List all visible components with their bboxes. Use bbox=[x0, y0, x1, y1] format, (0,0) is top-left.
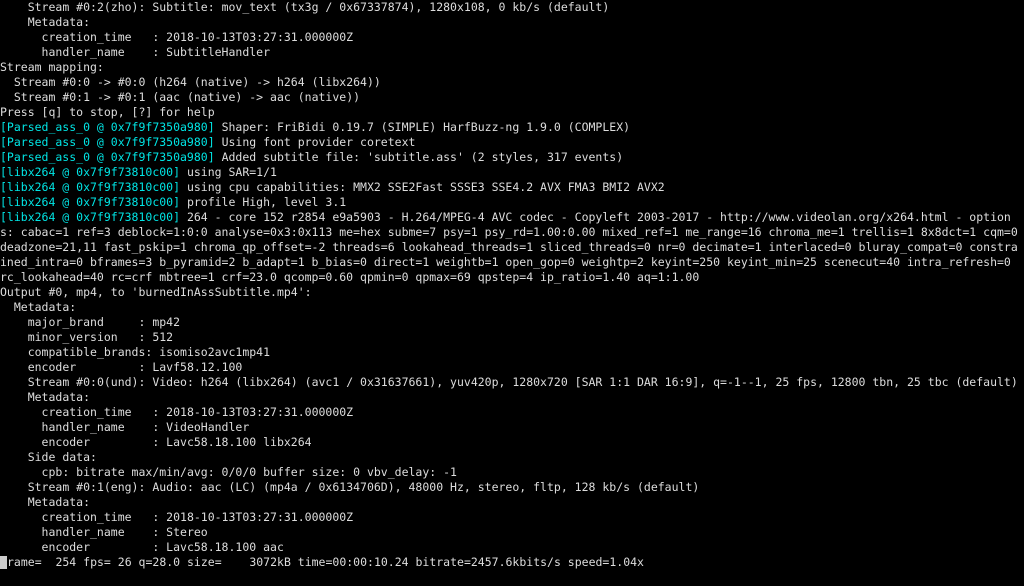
terminal-line: [Parsed_ass_0 @ 0x7f9f7350a980] Shaper: … bbox=[0, 120, 1024, 135]
terminal-line: [Parsed_ass_0 @ 0x7f9f7350a980] Added su… bbox=[0, 150, 1024, 165]
log-text: Stream #0:0(und): Video: h264 (libx264) … bbox=[28, 375, 1018, 389]
terminal-line: Stream #0:2(zho): Subtitle: mov_text (tx… bbox=[0, 0, 1024, 15]
cursor-icon bbox=[0, 556, 7, 569]
terminal-line: Stream #0:1(eng): Audio: aac (LC) (mp4a … bbox=[0, 480, 1024, 495]
log-text: Stream mapping: bbox=[0, 60, 104, 74]
log-text: encoder : Lavf58.12.100 bbox=[28, 360, 243, 374]
log-tag: [Parsed_ass_0 @ 0x7f9f7350a980] bbox=[0, 150, 222, 164]
log-text: Using font provider coretext bbox=[222, 135, 416, 149]
log-text: cpb: bitrate max/min/avg: 0/0/0 buffer s… bbox=[42, 465, 457, 479]
log-text: encoder : Lavc58.18.100 aac bbox=[42, 540, 284, 554]
terminal-line: handler_name : VideoHandler bbox=[0, 420, 1024, 435]
log-text: creation_time : 2018-10-13T03:27:31.0000… bbox=[42, 405, 354, 419]
log-text: using SAR=1/1 bbox=[187, 165, 277, 179]
terminal-line: encoder : Lavc58.18.100 aac bbox=[0, 540, 1024, 555]
log-text: using cpu capabilities: MMX2 SSE2Fast SS… bbox=[187, 180, 665, 194]
log-tag: [Parsed_ass_0 @ 0x7f9f7350a980] bbox=[0, 120, 222, 134]
terminal-line: handler_name : SubtitleHandler bbox=[0, 45, 1024, 60]
terminal-output[interactable]: Stream #0:2(zho): Subtitle: mov_text (tx… bbox=[0, 0, 1024, 570]
log-text: handler_name : SubtitleHandler bbox=[42, 45, 270, 59]
log-text: Metadata: bbox=[14, 300, 76, 314]
log-text: encoder : Lavc58.18.100 libx264 bbox=[42, 435, 312, 449]
log-text: handler_name : Stereo bbox=[42, 525, 208, 539]
terminal-line: encoder : Lavf58.12.100 bbox=[0, 360, 1024, 375]
log-tag: [libx264 @ 0x7f9f73810c00] bbox=[0, 210, 187, 224]
log-text: Stream #0:0 -> #0:0 (h264 (native) -> h2… bbox=[14, 75, 381, 89]
log-text: Metadata: bbox=[28, 495, 90, 509]
log-text: Metadata: bbox=[28, 390, 90, 404]
log-tag: [Parsed_ass_0 @ 0x7f9f7350a980] bbox=[0, 135, 222, 149]
log-tag: [libx264 @ 0x7f9f73810c00] bbox=[0, 195, 187, 209]
terminal-line: handler_name : Stereo bbox=[0, 525, 1024, 540]
log-text: Metadata: bbox=[28, 15, 90, 29]
terminal-line: [libx264 @ 0x7f9f73810c00] 264 - core 15… bbox=[0, 210, 1024, 285]
terminal-line: Metadata: bbox=[0, 15, 1024, 30]
terminal-status-line: rame= 254 fps= 26 q=28.0 size= 3072kB ti… bbox=[0, 555, 1024, 570]
terminal-line: Side data: bbox=[0, 450, 1024, 465]
terminal-line: [libx264 @ 0x7f9f73810c00] using SAR=1/1 bbox=[0, 165, 1024, 180]
terminal-line: Stream #0:1 -> #0:1 (aac (native) -> aac… bbox=[0, 90, 1024, 105]
log-text: Side data: bbox=[28, 450, 97, 464]
terminal-line: [libx264 @ 0x7f9f73810c00] using cpu cap… bbox=[0, 180, 1024, 195]
terminal-line: cpb: bitrate max/min/avg: 0/0/0 buffer s… bbox=[0, 465, 1024, 480]
log-text: compatible_brands: isomiso2avc1mp41 bbox=[28, 345, 270, 359]
terminal-line: creation_time : 2018-10-13T03:27:31.0000… bbox=[0, 510, 1024, 525]
log-tag: [libx264 @ 0x7f9f73810c00] bbox=[0, 180, 187, 194]
terminal-line: Stream #0:0 -> #0:0 (h264 (native) -> h2… bbox=[0, 75, 1024, 90]
log-text: handler_name : VideoHandler bbox=[42, 420, 250, 434]
terminal-line: Metadata: bbox=[0, 495, 1024, 510]
log-text: Stream #0:2(zho): Subtitle: mov_text (tx… bbox=[28, 0, 610, 14]
terminal-line: minor_version : 512 bbox=[0, 330, 1024, 345]
terminal-line: Metadata: bbox=[0, 390, 1024, 405]
terminal-line: creation_time : 2018-10-13T03:27:31.0000… bbox=[0, 30, 1024, 45]
log-text: creation_time : 2018-10-13T03:27:31.0000… bbox=[42, 30, 354, 44]
terminal-line: [libx264 @ 0x7f9f73810c00] profile High,… bbox=[0, 195, 1024, 210]
log-text: Added subtitle file: 'subtitle.ass' (2 s… bbox=[222, 150, 624, 164]
terminal-line: Stream #0:0(und): Video: h264 (libx264) … bbox=[0, 375, 1024, 390]
log-text: Stream #0:1 -> #0:1 (aac (native) -> aac… bbox=[14, 90, 360, 104]
terminal-line: [Parsed_ass_0 @ 0x7f9f7350a980] Using fo… bbox=[0, 135, 1024, 150]
terminal-line: Output #0, mp4, to 'burnedInAssSubtitle.… bbox=[0, 285, 1024, 300]
log-text: major_brand : mp42 bbox=[28, 315, 180, 329]
terminal-line: encoder : Lavc58.18.100 libx264 bbox=[0, 435, 1024, 450]
terminal-line: Metadata: bbox=[0, 300, 1024, 315]
terminal-line: Press [q] to stop, [?] for help bbox=[0, 105, 1024, 120]
terminal-line: compatible_brands: isomiso2avc1mp41 bbox=[0, 345, 1024, 360]
log-text: Stream #0:1(eng): Audio: aac (LC) (mp4a … bbox=[28, 480, 700, 494]
log-text: Press [q] to stop, [?] for help bbox=[0, 105, 215, 119]
log-text: creation_time : 2018-10-13T03:27:31.0000… bbox=[42, 510, 354, 524]
log-text: Output #0, mp4, to 'burnedInAssSubtitle.… bbox=[0, 285, 312, 299]
terminal-line: Stream mapping: bbox=[0, 60, 1024, 75]
terminal-line: major_brand : mp42 bbox=[0, 315, 1024, 330]
log-tag: [libx264 @ 0x7f9f73810c00] bbox=[0, 165, 187, 179]
log-text: minor_version : 512 bbox=[28, 330, 173, 344]
terminal-line: creation_time : 2018-10-13T03:27:31.0000… bbox=[0, 405, 1024, 420]
log-text: profile High, level 3.1 bbox=[187, 195, 346, 209]
status-text: rame= 254 fps= 26 q=28.0 size= 3072kB ti… bbox=[7, 555, 644, 569]
log-text: Shaper: FriBidi 0.19.7 (SIMPLE) HarfBuzz… bbox=[222, 120, 631, 134]
